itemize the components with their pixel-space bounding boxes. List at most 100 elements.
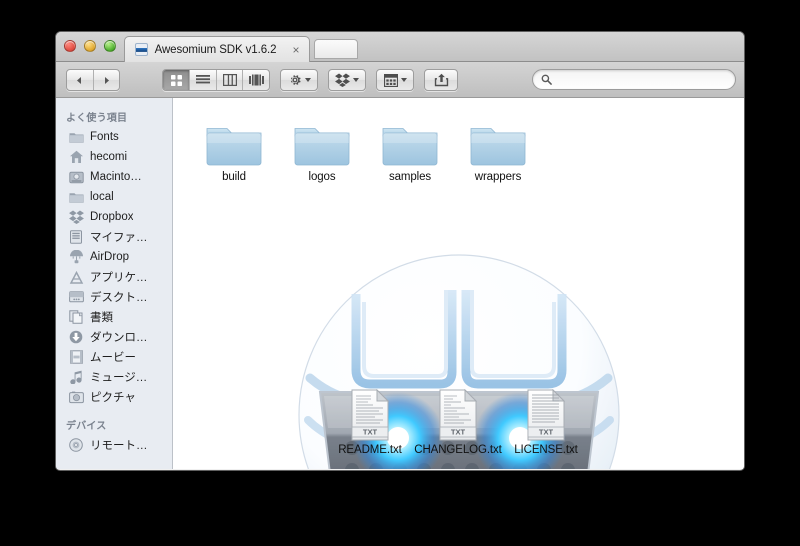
sidebar-item-applications[interactable]: アプリケ… [56, 267, 172, 287]
close-icon[interactable]: × [289, 44, 303, 56]
desktop-icon [68, 289, 84, 305]
arrange-grid-icon [383, 73, 398, 87]
sidebar-item-hecomi[interactable]: hecomi [56, 147, 172, 167]
sidebar-item-label: ピクチャ [90, 392, 136, 404]
sidebar-item-label: ダウンロ… [90, 332, 148, 344]
finder-window: Awesomium SDK v1.6.2 × よく使う項目 Fonts heco… [55, 31, 745, 471]
sidebar-item-music[interactable]: ミュージ… [56, 367, 172, 387]
folder-icon [275, 106, 369, 168]
documents-icon [68, 309, 84, 325]
gear-icon [290, 75, 301, 85]
file-item-license-txt[interactable]: TXT LICENSE.txt [499, 379, 593, 456]
dropbox-icon [335, 73, 350, 87]
textfile-icon: TXT [411, 379, 505, 441]
sidebar-item-pictures[interactable]: ピクチャ [56, 387, 172, 407]
sidebar-item-remote-disc[interactable]: リモート… [56, 435, 172, 455]
window-body: よく使う項目 Fonts hecomi Macinto… local Dropb… [56, 98, 744, 469]
sidebar-item-label: リモート… [90, 440, 148, 452]
share-icon [434, 73, 448, 87]
toolbar [56, 62, 744, 98]
sidebar-item-my-files[interactable]: マイファ… [56, 227, 172, 247]
coverflow-view-button[interactable] [242, 70, 269, 90]
folder-icon [68, 189, 84, 205]
file-browser-content[interactable]: build logos samples wrappers TXT README.… [173, 98, 744, 469]
sidebar-item-label: Macinto… [90, 171, 142, 183]
sidebar-item-label: 書類 [90, 312, 113, 324]
title-bar: Awesomium SDK v1.6.2 × [56, 32, 744, 62]
search-field[interactable] [532, 69, 736, 90]
new-tab-button[interactable] [314, 39, 358, 59]
server-icon [68, 229, 84, 245]
dropbox-icon [68, 209, 84, 225]
sidebar-item-label: local [90, 191, 114, 203]
file-item-build[interactable]: build [187, 106, 281, 183]
file-item-readme-txt[interactable]: TXT README.txt [323, 379, 417, 456]
file-label: README.txt [338, 444, 402, 456]
action-menu-button[interactable] [280, 69, 318, 91]
minimize-button-icon[interactable] [84, 40, 96, 52]
window-tab[interactable]: Awesomium SDK v1.6.2 × [124, 36, 310, 62]
arrange-menu-button[interactable] [376, 69, 414, 91]
chevron-down-icon [304, 78, 311, 82]
back-button[interactable] [67, 70, 93, 90]
sidebar-item-macintosh-hd[interactable]: Macinto… [56, 167, 172, 187]
file-label: samples [388, 171, 432, 183]
close-button-icon[interactable] [64, 40, 76, 52]
sidebar-item-desktop[interactable]: デスクト… [56, 287, 172, 307]
file-label: LICENSE.txt [514, 444, 578, 456]
folder-icon [451, 106, 545, 168]
sidebar-item-label: デスクト… [90, 292, 148, 304]
forward-button[interactable] [92, 70, 119, 90]
sidebar-item-local[interactable]: local [56, 187, 172, 207]
textfile-icon: TXT [499, 379, 593, 441]
sidebar-item-fonts[interactable]: Fonts [56, 127, 172, 147]
chevron-down-icon [400, 78, 407, 82]
search-input[interactable] [556, 70, 735, 89]
list-view-button[interactable] [189, 70, 216, 90]
sidebar-item-downloads[interactable]: ダウンロ… [56, 327, 172, 347]
sidebar-item-label: ムービー [90, 352, 136, 364]
sidebar-item-movies[interactable]: ムービー [56, 347, 172, 367]
sidebar-item-label: AirDrop [90, 251, 129, 263]
pictures-icon [68, 389, 84, 405]
view-mode-buttons [162, 69, 270, 91]
airdrop-icon [68, 249, 84, 265]
svg-text:TXT: TXT [451, 428, 466, 437]
home-icon [68, 149, 84, 165]
folder-icon [187, 106, 281, 168]
applications-icon [68, 269, 84, 285]
dropbox-menu-button[interactable] [328, 69, 366, 91]
column-view-button[interactable] [215, 70, 243, 90]
sidebar-section-devices-header: デバイス [66, 421, 107, 432]
textfile-icon: TXT [323, 379, 417, 441]
file-item-wrappers[interactable]: wrappers [451, 106, 545, 183]
file-item-samples[interactable]: samples [363, 106, 457, 183]
icon-grid: build logos samples wrappers TXT README.… [173, 98, 744, 469]
file-label: logos [308, 171, 336, 183]
sidebar-item-label: アプリケ… [90, 272, 148, 284]
icon-view-button[interactable] [163, 70, 190, 90]
music-icon [68, 369, 84, 385]
folder-icon [68, 129, 84, 145]
sidebar-item-label: マイファ… [90, 232, 148, 244]
zoom-button-icon[interactable] [104, 40, 116, 52]
sidebar-item-label: hecomi [90, 151, 128, 163]
chevron-down-icon [353, 78, 359, 82]
sidebar-section-favorites-header: よく使う項目 [66, 113, 128, 124]
file-item-logos[interactable]: logos [275, 106, 369, 183]
file-item-changelog-txt[interactable]: TXT CHANGELOG.txt [411, 379, 505, 456]
disc-icon [68, 437, 84, 453]
share-button[interactable] [424, 69, 458, 91]
window-title: Awesomium SDK v1.6.2 [154, 43, 277, 56]
folder-icon [363, 106, 457, 168]
svg-text:TXT: TXT [539, 428, 554, 437]
sidebar-item-dropbox[interactable]: Dropbox [56, 207, 172, 227]
sidebar-item-documents[interactable]: 書類 [56, 307, 172, 327]
sidebar-item-airdrop[interactable]: AirDrop [56, 247, 172, 267]
harddisk-icon [68, 169, 84, 185]
movies-icon [68, 349, 84, 365]
navigation-buttons [66, 69, 120, 91]
search-icon [541, 74, 552, 85]
traffic-lights [64, 40, 116, 52]
sidebar-item-label: ミュージ… [90, 372, 148, 384]
